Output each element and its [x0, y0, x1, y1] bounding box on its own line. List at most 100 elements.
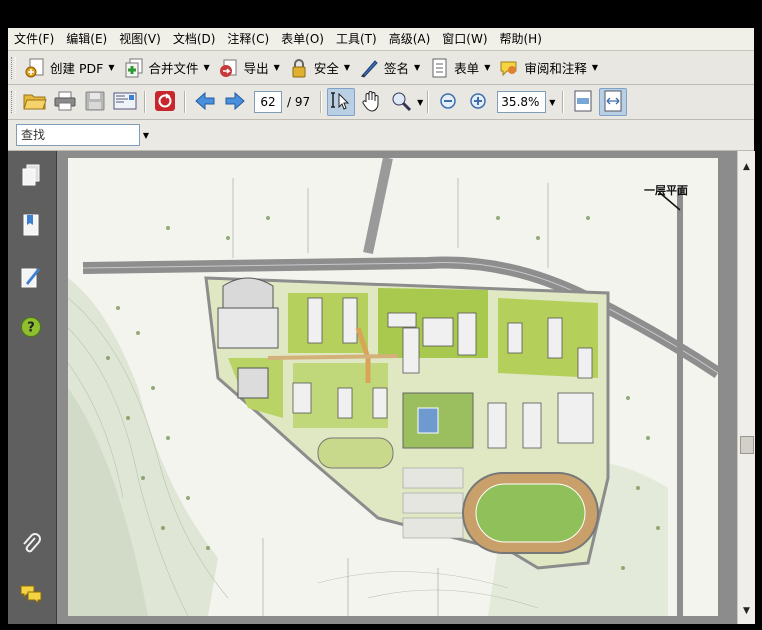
menu-document[interactable]: 文档(D): [167, 28, 222, 50]
help-icon: ?: [20, 316, 42, 341]
chevron-down-icon: ▼: [273, 63, 280, 72]
lock-icon: [288, 57, 310, 79]
page-total: / 97: [287, 95, 311, 109]
attachments-icon: [20, 532, 42, 559]
sign-button[interactable]: 签名 ▼: [354, 54, 424, 82]
vertical-scrollbar[interactable]: ▲ ▼: [737, 151, 755, 624]
secure-button[interactable]: 安全 ▼: [284, 54, 354, 82]
chevron-down-icon: ▼: [108, 63, 115, 72]
chevron-down-icon: ▼: [414, 63, 421, 72]
save-icon: [85, 91, 105, 114]
navigation-toolbar: 62 / 97 ▼ 35.8% ▼: [8, 85, 754, 120]
create-pdf-button[interactable]: 创建 PDF ▼: [20, 54, 118, 82]
toolbar-grip[interactable]: [11, 91, 16, 113]
save-button[interactable]: [81, 88, 109, 116]
pdf-page: 一层平面: [68, 158, 718, 616]
print-icon: [54, 91, 76, 114]
zoom-level-input[interactable]: 35.8%: [497, 91, 547, 113]
email-icon: [113, 92, 137, 113]
fit-page-button[interactable]: [569, 88, 597, 116]
create-pdf-icon: [24, 57, 46, 79]
menu-edit[interactable]: 编辑(E): [60, 28, 113, 50]
export-icon: [218, 57, 240, 79]
zoom-out-button[interactable]: [434, 88, 462, 116]
chevron-down-icon: ▼: [484, 63, 491, 72]
export-button[interactable]: 导出 ▼: [214, 54, 284, 82]
secure-label: 安全: [313, 61, 339, 76]
zoom-dropdown-icon[interactable]: ▼: [546, 92, 558, 112]
create-pdf-label: 创建 PDF: [50, 61, 104, 76]
chevron-down-icon: ▼: [343, 63, 350, 72]
menu-view[interactable]: 视图(V): [113, 28, 167, 50]
forms-label: 表单: [454, 61, 480, 76]
page-number-input[interactable]: 62: [254, 91, 282, 113]
menu-help[interactable]: 帮助(H): [494, 28, 548, 50]
comments-button[interactable]: [17, 581, 45, 609]
svg-text:?: ?: [27, 320, 35, 335]
zoom-out-icon: [439, 92, 457, 113]
acrobat-window: 文件(F) 编辑(E) 视图(V) 文档(D) 注释(C) 表单(O) 工具(T…: [8, 28, 755, 624]
comments-icon: [19, 583, 43, 608]
bookmarks-button[interactable]: [17, 213, 45, 241]
find-input[interactable]: 查找: [16, 124, 140, 146]
pages-button[interactable]: [17, 163, 45, 191]
menu-forms[interactable]: 表单(O): [275, 28, 330, 50]
fit-width-button[interactable]: [599, 88, 628, 116]
zoom-in-icon: [469, 92, 487, 113]
review-comment-button[interactable]: 审阅和注释 ▼: [494, 54, 602, 82]
toolbar-separator: [562, 91, 565, 113]
zoom-tool-icon: [390, 90, 412, 115]
toolbar-separator: [320, 91, 323, 113]
previous-page-icon: [194, 91, 216, 114]
signatures-icon: [20, 265, 42, 292]
document-view[interactable]: 一层平面: [57, 151, 737, 624]
fit-page-icon: [574, 90, 592, 115]
select-tool-button[interactable]: [327, 88, 356, 116]
export-label: 导出: [243, 61, 269, 76]
find-toolbar: 查找 ▼: [8, 120, 754, 151]
pages-icon: [21, 164, 41, 191]
print-button[interactable]: [51, 88, 79, 116]
select-tool-icon: [330, 90, 352, 115]
hand-tool-button[interactable]: [357, 88, 385, 116]
combine-files-icon: [122, 57, 144, 79]
menu-tools[interactable]: 工具(T): [330, 28, 383, 50]
zoom-tool-button[interactable]: [387, 88, 415, 116]
menu-comments[interactable]: 注释(C): [221, 28, 275, 50]
toolbar-separator: [427, 91, 430, 113]
help-button[interactable]: ?: [17, 314, 45, 342]
pen-icon: [358, 57, 380, 79]
toolbar-grip[interactable]: [11, 56, 16, 79]
sync-icon: [154, 90, 176, 115]
next-page-button[interactable]: [221, 88, 249, 116]
toolbar-separator: [184, 91, 186, 113]
menu-window[interactable]: 窗口(W): [436, 28, 493, 50]
menu-advanced[interactable]: 高级(A): [383, 28, 437, 50]
comment-bubble-icon: [498, 57, 520, 79]
attachments-button[interactable]: [17, 531, 45, 559]
hand-tool-icon: [360, 90, 382, 115]
site-plan-drawing: [68, 158, 718, 616]
toolbar-separator: [144, 91, 146, 113]
open-folder-icon: [23, 91, 47, 114]
task-toolbar: 创建 PDF ▼ 合并文件 ▼ 导出 ▼ 安全 ▼ 签名 ▼ 表单 ▼ 审阅和注…: [8, 51, 754, 85]
sync-button[interactable]: [151, 88, 179, 116]
menu-file[interactable]: 文件(F): [8, 28, 60, 50]
scroll-down-icon[interactable]: ▼: [738, 603, 755, 619]
chevron-down-icon[interactable]: ▼: [417, 98, 423, 107]
signatures-button[interactable]: [17, 264, 45, 292]
zoom-in-button[interactable]: [464, 88, 492, 116]
fit-width-icon: [603, 90, 623, 115]
previous-page-button[interactable]: [191, 88, 219, 116]
open-button[interactable]: [21, 88, 49, 116]
next-page-icon: [224, 91, 246, 114]
forms-button[interactable]: 表单 ▼: [424, 54, 494, 82]
page-heading: 一层平面: [644, 184, 688, 197]
form-icon: [428, 57, 450, 79]
email-button[interactable]: [111, 88, 139, 116]
scroll-up-icon[interactable]: ▲: [738, 159, 755, 175]
scrollbar-thumb[interactable]: [740, 436, 754, 454]
find-dropdown-icon[interactable]: ▼: [140, 131, 152, 140]
chevron-down-icon: ▼: [591, 63, 599, 72]
combine-files-button[interactable]: 合并文件 ▼: [118, 54, 213, 82]
